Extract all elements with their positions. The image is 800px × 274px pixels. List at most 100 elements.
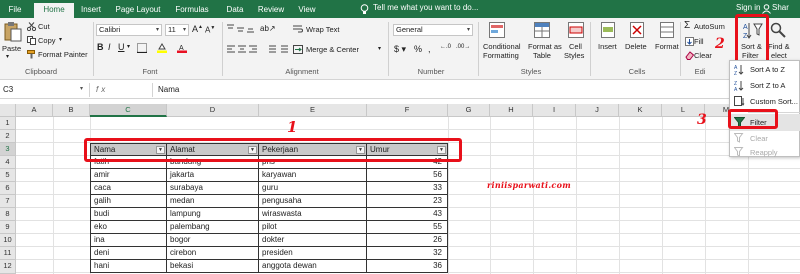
format-painter-button[interactable]: Format Painter <box>38 50 88 59</box>
row-header[interactable]: 1 <box>0 117 16 130</box>
column-header[interactable]: G <box>448 104 490 117</box>
table-cell[interactable]: caca <box>90 182 167 195</box>
increase-decimal-button[interactable]: ←.0 <box>440 44 451 50</box>
format-cells-button[interactable]: Format <box>655 42 679 51</box>
row-header[interactable]: 3 <box>0 143 16 156</box>
cell-styles-label2[interactable]: Styles <box>564 51 584 60</box>
table-cell[interactable]: galih <box>90 195 167 208</box>
underline-chevron-icon[interactable]: ▾ <box>127 43 130 50</box>
tab-insert[interactable]: Insert <box>76 3 106 18</box>
column-header[interactable]: C <box>90 104 167 117</box>
table-cell[interactable]: amir <box>90 169 167 182</box>
row-header[interactable]: 10 <box>0 234 16 247</box>
clear-button[interactable]: Clear <box>694 51 712 60</box>
table-cell[interactable]: 43 <box>367 208 448 221</box>
table-cell[interactable]: 26 <box>367 234 448 247</box>
insert-function-button[interactable]: fx <box>96 83 108 97</box>
sign-in-link[interactable]: Sign in <box>736 3 760 12</box>
tell-me-search[interactable]: Tell me what you want to do... <box>373 3 478 12</box>
merge-chevron-icon[interactable]: ▾ <box>378 45 381 52</box>
grow-font-button[interactable]: A▲ <box>192 24 203 34</box>
table-cell[interactable]: medan <box>167 195 259 208</box>
row-header[interactable]: 11 <box>0 247 16 260</box>
font-family-select[interactable]: Calibri ▾ <box>96 24 162 36</box>
column-header[interactable]: F <box>367 104 448 117</box>
column-header[interactable]: I <box>533 104 576 117</box>
italic-button[interactable]: I <box>108 42 111 52</box>
tab-view[interactable]: View <box>294 3 320 18</box>
table-cell[interactable]: pengusaha <box>259 195 367 208</box>
row-header[interactable]: 2 <box>0 130 16 143</box>
table-cell[interactable]: presiden <box>259 247 367 260</box>
row-header[interactable]: 12 <box>0 260 16 274</box>
fill-color-icon[interactable] <box>157 43 167 55</box>
table-cell[interactable]: cirebon <box>167 247 259 260</box>
paste-chevron-icon[interactable]: ▾ <box>6 53 9 60</box>
wrap-text-button[interactable]: Wrap Text <box>306 25 340 34</box>
tab-review[interactable]: Review <box>254 3 288 18</box>
copy-button[interactable]: Copy <box>38 36 56 45</box>
number-format-select[interactable]: General ▾ <box>393 24 473 36</box>
merge-center-button[interactable]: Merge & Center <box>306 45 359 54</box>
select-all-corner[interactable] <box>0 104 16 117</box>
font-size-select[interactable]: 11 ▾ <box>165 24 189 36</box>
fill-button[interactable]: Fill <box>694 37 704 46</box>
shrink-font-button[interactable]: A▼ <box>205 25 215 35</box>
copy-chevron-icon[interactable]: ▾ <box>59 36 62 43</box>
column-header[interactable]: J <box>576 104 619 117</box>
table-cell[interactable]: lampung <box>167 208 259 221</box>
comma-button[interactable]: , <box>428 44 431 54</box>
delete-cells-button[interactable]: Delete <box>625 42 647 51</box>
currency-button[interactable]: $ ▾ <box>394 44 406 55</box>
row-header[interactable]: 6 <box>0 182 16 195</box>
insert-cells-button[interactable]: Insert <box>598 42 617 51</box>
tab-data[interactable]: Data <box>222 3 248 18</box>
conditional-formatting-label2[interactable]: Formatting <box>483 51 519 60</box>
conditional-formatting-button[interactable]: Conditional <box>483 42 521 51</box>
menu-item-sort-za[interactable]: ZA Sort Z to A <box>730 77 800 94</box>
row-header[interactable]: 4 <box>0 156 16 169</box>
table-cell[interactable]: deni <box>90 247 167 260</box>
align-top-icon[interactable] <box>227 24 255 35</box>
tab-page-layout[interactable]: Page Layout <box>110 3 166 18</box>
tab-file[interactable]: File <box>2 3 28 18</box>
orientation-button[interactable]: ab↗ <box>260 24 276 33</box>
menu-item-sort-az[interactable]: AZ Sort A to Z <box>730 61 800 78</box>
column-header[interactable]: H <box>490 104 533 117</box>
row-header[interactable]: 8 <box>0 208 16 221</box>
worksheet-grid[interactable]: A B C D E F G H I J K L M N 1 2 3 4 5 6 … <box>0 104 800 274</box>
align-left-icon[interactable] <box>227 45 267 56</box>
share-button[interactable]: Shar <box>772 3 789 12</box>
column-header[interactable]: K <box>619 104 662 117</box>
borders-icon[interactable] <box>137 43 147 55</box>
percent-button[interactable]: % <box>414 44 422 54</box>
column-header[interactable]: D <box>167 104 259 117</box>
table-cell[interactable]: eko <box>90 221 167 234</box>
menu-item-reapply[interactable]: Reapply <box>730 144 800 161</box>
table-cell[interactable]: budi <box>90 208 167 221</box>
table-cell[interactable]: 55 <box>367 221 448 234</box>
paste-icon[interactable] <box>3 21 23 45</box>
formula-input[interactable]: Nama <box>152 83 800 97</box>
table-cell[interactable]: anggota dewan <box>259 260 367 273</box>
column-header[interactable]: B <box>53 104 90 117</box>
font-color-icon[interactable]: A <box>177 43 187 55</box>
autosum-button[interactable]: AutoSum <box>694 22 725 31</box>
cut-button[interactable]: Cut <box>38 22 50 31</box>
table-cell[interactable]: hani <box>90 260 167 273</box>
table-cell[interactable]: karyawan <box>259 169 367 182</box>
name-box-chevron-icon[interactable]: ▾ <box>80 85 83 92</box>
format-as-table-button[interactable]: Format as <box>528 42 562 51</box>
column-header[interactable]: E <box>259 104 367 117</box>
table-cell[interactable]: bogor <box>167 234 259 247</box>
table-cell[interactable]: 36 <box>367 260 448 273</box>
row-header[interactable]: 5 <box>0 169 16 182</box>
indent-icon[interactable] <box>266 45 290 56</box>
table-cell[interactable]: jakarta <box>167 169 259 182</box>
table-cell[interactable]: 23 <box>367 195 448 208</box>
column-header[interactable]: A <box>16 104 53 117</box>
find-select-button[interactable]: Find & <box>768 42 790 51</box>
table-cell[interactable]: surabaya <box>167 182 259 195</box>
table-cell[interactable]: bekasi <box>167 260 259 273</box>
underline-button[interactable]: U <box>118 42 125 52</box>
